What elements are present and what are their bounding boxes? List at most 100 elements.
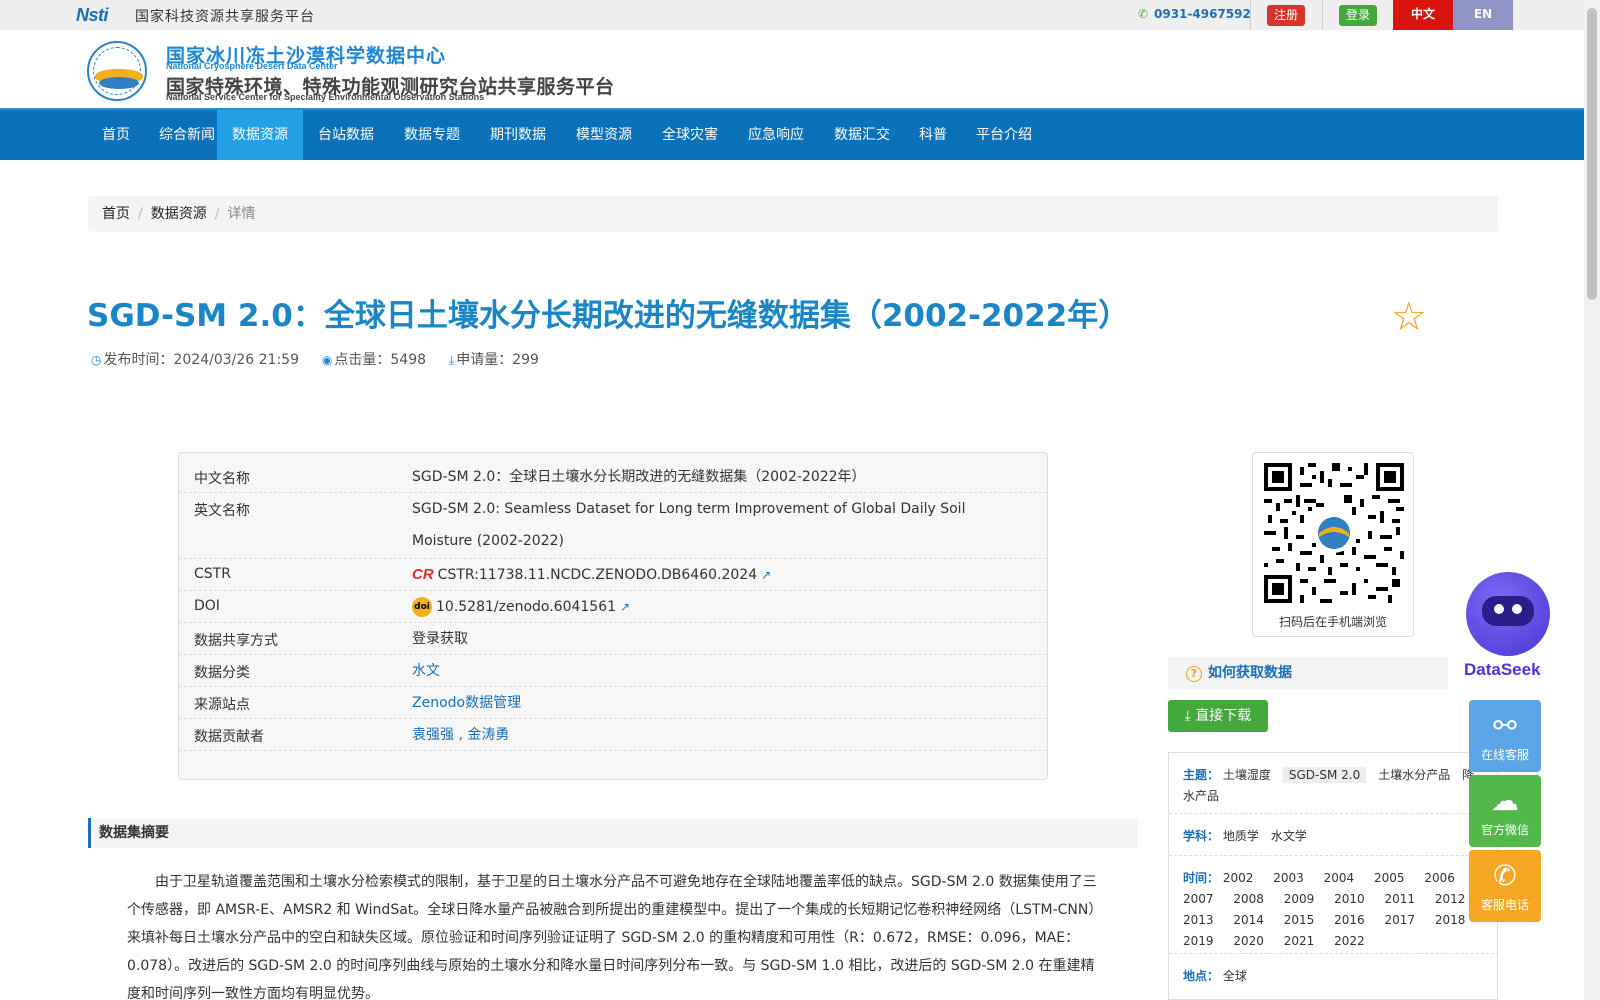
platform-name[interactable]: 国家科技资源共享服务平台: [135, 6, 315, 26]
nav-item-journal-data[interactable]: 期刊数据: [475, 110, 561, 160]
tag-year[interactable]: 2004: [1324, 871, 1355, 885]
favorite-star-icon[interactable]: ☆: [1391, 297, 1427, 337]
tag-place[interactable]: 全球: [1223, 969, 1247, 983]
nav-item-data-topics[interactable]: 数据专题: [389, 110, 475, 160]
theme-tags: 主题： 土壤湿度 SGD-SM 2.0 土壤水分产品降水产品: [1183, 765, 1483, 807]
breadcrumb-current: 详情: [227, 206, 256, 222]
info-key: 数据贡献者: [194, 729, 264, 745]
info-key: 数据共享方式: [194, 633, 278, 649]
top-bar: Nsti 国家科技资源共享服务平台 ✆ 0931-4967592 注册 登录 中…: [0, 0, 1584, 30]
nav-item-global-disasters[interactable]: 全球灾害: [647, 110, 733, 160]
tag-year[interactable]: 2009: [1284, 892, 1315, 906]
tag-year[interactable]: 2014: [1233, 913, 1264, 927]
tag-year[interactable]: 2007: [1183, 892, 1214, 906]
info-key: 数据分类: [194, 665, 250, 681]
place-tags: 地点： 全球: [1183, 966, 1483, 987]
download-icon: ⤓: [1184, 708, 1196, 724]
wechat-icon: ☁: [1491, 784, 1519, 817]
tag-theme[interactable]: 土壤水分产品: [1378, 768, 1450, 782]
info-key: 英文名称: [194, 503, 250, 519]
wechat-button[interactable]: ☁ 官方微信: [1469, 775, 1541, 847]
scrollbar[interactable]: [1584, 0, 1600, 1000]
tag-theme[interactable]: 土壤湿度: [1223, 768, 1271, 782]
online-service-button[interactable]: ⚯ 在线客服: [1469, 700, 1541, 772]
info-value-doi: doi 10.5281/zenodo.6041561 ↗: [412, 591, 1022, 623]
lang-en-button[interactable]: EN: [1453, 0, 1513, 30]
ncdc-logo[interactable]: [87, 41, 147, 101]
direct-download-button[interactable]: ⤓ 直接下载: [1168, 700, 1268, 732]
main-nav: 首页 综合新闻 数据资源 台站数据 数据专题 期刊数据 模型资源 全球灾害 应急…: [0, 108, 1584, 160]
nav-item-home[interactable]: 首页: [88, 110, 144, 160]
cstr-logo-icon: CR: [412, 566, 434, 583]
nav-item-science[interactable]: 科普: [905, 110, 961, 160]
tag-year[interactable]: 2017: [1385, 913, 1416, 927]
dataseek-assistant[interactable]: DataSeek: [1460, 570, 1556, 680]
scrollbar-thumb[interactable]: [1587, 8, 1597, 300]
tag-year[interactable]: 2003: [1273, 871, 1304, 885]
place-label: 地点：: [1183, 969, 1220, 983]
eye-icon: ◉: [321, 353, 333, 367]
page-title: SGD-SM 2.0：全球日土壤水分长期改进的无缝数据集（2002-2022年）: [87, 298, 1130, 334]
dataseek-label: DataSeek: [1464, 660, 1541, 679]
tag-year[interactable]: 2011: [1385, 892, 1416, 906]
tag-year[interactable]: 2020: [1233, 934, 1264, 948]
cstr-id[interactable]: CSTR:11738.11.NCDC.ZENODO.DB6460.2024: [438, 567, 757, 583]
hotline-button[interactable]: ✆ 客服电话: [1469, 850, 1541, 922]
phone-number: 0931-4967592: [1154, 7, 1251, 21]
nav-item-data-resources[interactable]: 数据资源: [217, 110, 303, 160]
divider: [1250, 0, 1251, 30]
subject-label: 学科：: [1183, 829, 1220, 843]
tag-theme[interactable]: SGD-SM 2.0: [1282, 767, 1367, 783]
platform-subtitle-en: National Service Center for Speciality E…: [166, 92, 485, 102]
tag-year[interactable]: 2008: [1233, 892, 1264, 906]
how-to-get-data-label: 如何获取数据: [1208, 665, 1292, 681]
nav-item-about[interactable]: 平台介绍: [961, 110, 1047, 160]
tag-year[interactable]: 2006: [1424, 871, 1455, 885]
breadcrumb-home[interactable]: 首页: [102, 206, 130, 222]
nav-item-station-data[interactable]: 台站数据: [303, 110, 389, 160]
nsti-logo[interactable]: Nsti: [76, 5, 109, 26]
tag-subject[interactable]: 水文学: [1271, 829, 1307, 843]
qr-caption: 扫码后在手机端浏览: [1278, 615, 1387, 629]
breadcrumb-data-resources[interactable]: 数据资源: [151, 206, 207, 222]
external-link-icon[interactable]: ↗: [761, 568, 771, 582]
tag-year[interactable]: 2010: [1334, 892, 1365, 906]
external-link-icon[interactable]: ↗: [620, 600, 630, 614]
tag-year[interactable]: 2018: [1435, 913, 1466, 927]
nav-item-data-submission[interactable]: 数据汇交: [819, 110, 905, 160]
breadcrumb: 首页 / 数据资源 / 详情: [88, 196, 1498, 232]
doi-id[interactable]: 10.5281/zenodo.6041561: [436, 599, 616, 615]
contributors-link[interactable]: 袁强强 , 金涛勇: [412, 719, 1022, 751]
lang-zh-button[interactable]: 中文: [1393, 0, 1453, 30]
register-button[interactable]: 注册: [1267, 5, 1305, 26]
tag-year[interactable]: 2022: [1334, 934, 1365, 948]
tag-theme[interactable]: 水产品: [1183, 789, 1219, 803]
info-row-category: 数据分类 水文: [179, 655, 1047, 687]
tag-year[interactable]: 2015: [1284, 913, 1315, 927]
tag-year[interactable]: 2005: [1374, 871, 1405, 885]
login-button[interactable]: 登录: [1339, 5, 1377, 26]
info-key: CSTR: [194, 566, 231, 582]
download-icon: ⤓: [448, 353, 455, 367]
info-row-source: 来源站点 Zenodo数据管理: [179, 687, 1047, 719]
tag-subject[interactable]: 地质学: [1223, 829, 1259, 843]
tag-year[interactable]: 2013: [1183, 913, 1214, 927]
clock-icon: ◷: [91, 353, 102, 367]
nav-item-emergency[interactable]: 应急响应: [733, 110, 819, 160]
publish-time: 2024/03/26 21:59: [173, 352, 299, 368]
tag-year[interactable]: 2021: [1284, 934, 1315, 948]
tag-year[interactable]: 2016: [1334, 913, 1365, 927]
info-row-share: 数据共享方式 登录获取: [179, 623, 1047, 655]
tag-year[interactable]: 2012: [1435, 892, 1466, 906]
hotline-label: 客服电话: [1480, 898, 1529, 912]
category-link[interactable]: 水文: [412, 655, 1022, 687]
info-row-contributors: 数据贡献者 袁强强 , 金涛勇: [179, 719, 1047, 751]
info-value-en-name: SGD-SM 2.0: Seamless Dataset for Long te…: [412, 501, 966, 549]
tag-year[interactable]: 2002: [1223, 871, 1254, 885]
direct-download-label: 直接下载: [1195, 708, 1252, 724]
source-link[interactable]: Zenodo数据管理: [412, 687, 1022, 719]
how-to-get-data[interactable]: ? 如何获取数据: [1168, 657, 1448, 689]
nav-item-model-resources[interactable]: 模型资源: [561, 110, 647, 160]
divider: [1322, 0, 1323, 30]
tag-year[interactable]: 2019: [1183, 934, 1214, 948]
